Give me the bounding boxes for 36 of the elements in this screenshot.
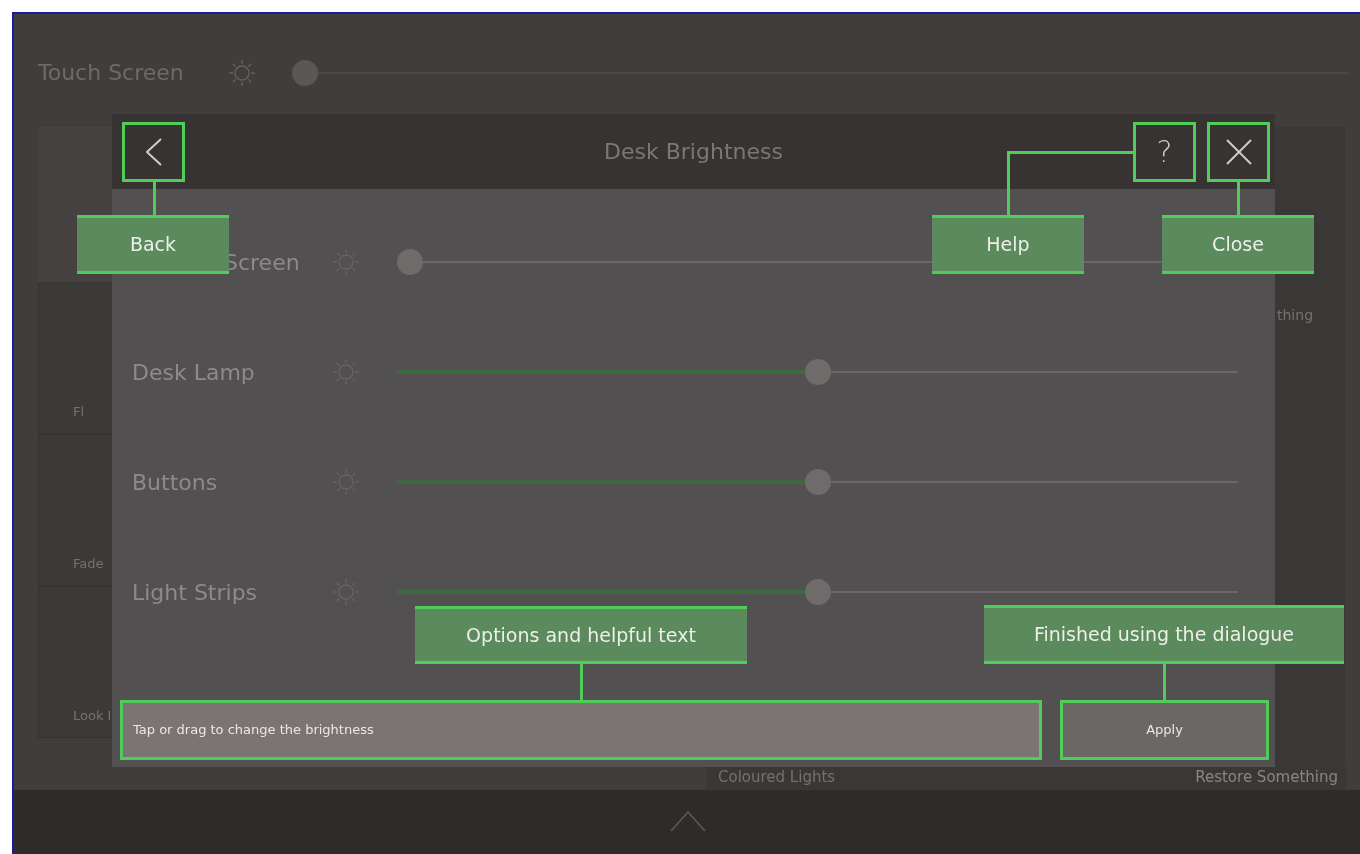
leader-line bbox=[1163, 664, 1166, 700]
list-item-label: thing bbox=[1276, 306, 1314, 325]
callout-tooltip: Help bbox=[932, 215, 1084, 274]
tile-label: Fl bbox=[73, 402, 85, 421]
slider-thumb[interactable] bbox=[397, 249, 423, 275]
dialog-title: Desk Brightness bbox=[604, 138, 783, 166]
leader-line bbox=[1237, 182, 1240, 215]
back-button[interactable] bbox=[122, 122, 185, 182]
tile-label: Fade bbox=[73, 554, 104, 573]
slider-track[interactable] bbox=[397, 359, 1238, 385]
list-item-label: Restore Something bbox=[1195, 766, 1338, 788]
leader-line bbox=[153, 182, 156, 215]
callout-tooltip: Finished using the dialogue bbox=[984, 605, 1344, 664]
slider-thumb[interactable] bbox=[292, 59, 318, 86]
help-button[interactable]: ? bbox=[1133, 122, 1196, 182]
callout-tooltip: Back bbox=[77, 215, 229, 274]
hint-text: Tap or drag to change the brightness bbox=[133, 721, 374, 740]
close-icon bbox=[1225, 139, 1252, 165]
slider-track[interactable] bbox=[292, 59, 1348, 86]
list-item-label: Coloured Lights bbox=[718, 766, 836, 788]
slider-thumb[interactable] bbox=[804, 469, 831, 495]
row-label: Buttons bbox=[132, 468, 218, 497]
chevron-up-icon[interactable] bbox=[670, 810, 706, 832]
callout-tooltip: Options and helpful text bbox=[415, 606, 747, 664]
callout-tooltip: Close bbox=[1162, 215, 1314, 274]
slider-thumb[interactable] bbox=[804, 579, 831, 605]
slider-thumb[interactable] bbox=[804, 359, 831, 385]
row-label: Light Strips bbox=[132, 578, 258, 607]
tile-label: Look I bbox=[73, 706, 112, 725]
slider-track[interactable] bbox=[397, 579, 1238, 605]
slider-track[interactable] bbox=[397, 469, 1238, 495]
apply-button[interactable]: Apply bbox=[1060, 700, 1269, 760]
row-label: Desk Lamp bbox=[132, 358, 255, 387]
brightness-icon bbox=[228, 58, 256, 87]
close-button[interactable] bbox=[1207, 122, 1270, 182]
chevron-left-icon bbox=[145, 138, 162, 166]
